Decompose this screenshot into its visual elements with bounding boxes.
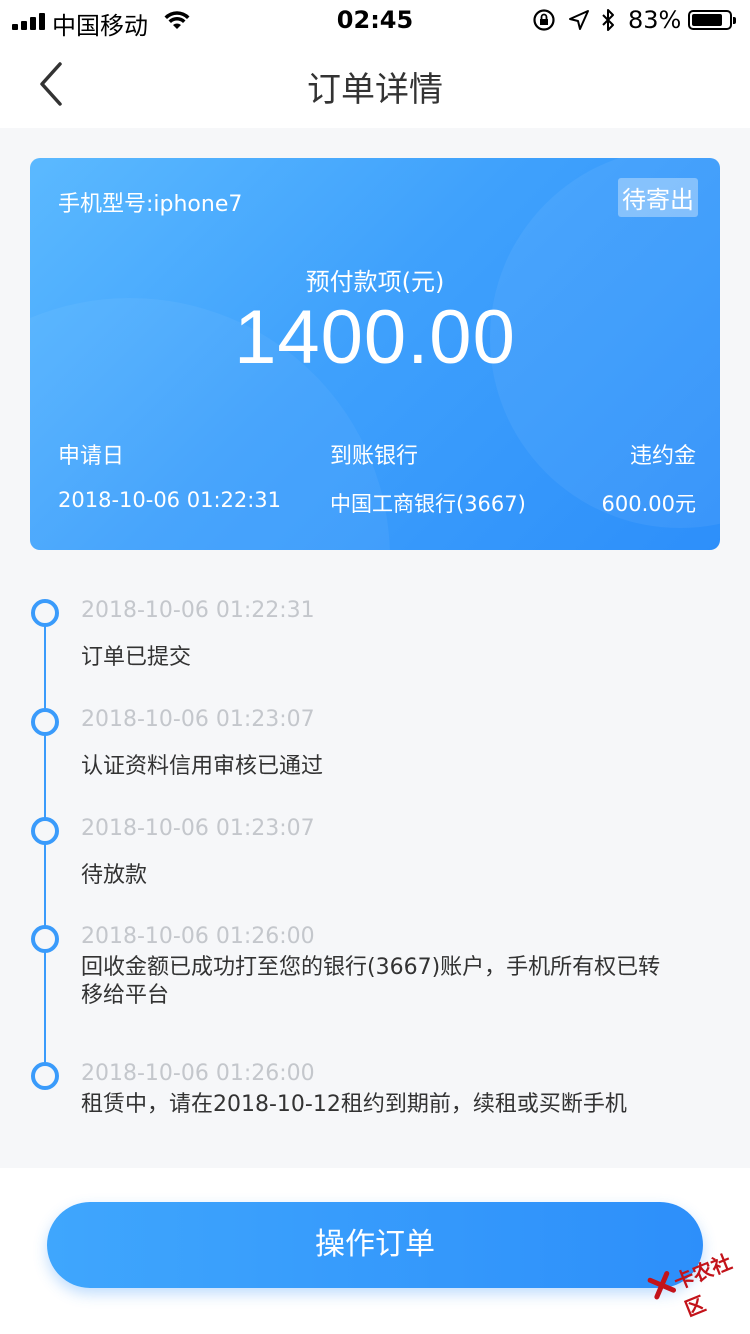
timeline-time: 2018-10-06 01:22:31	[81, 598, 315, 623]
timeline-time: 2018-10-06 01:26:00	[81, 924, 315, 949]
bank-value: 中国工商银行(3667)	[330, 492, 526, 516]
apply-date-label: 申请日	[58, 444, 125, 469]
order-timeline: 2018-10-06 01:22:31 订单已提交 2018-10-06 01:…	[0, 568, 750, 1168]
timeline-text: 订单已提交	[81, 645, 192, 670]
amount-label: 预付款项(元)	[305, 268, 445, 296]
timeline-text: 回收金额已成功打至您的银行(3667)账户，手机所有权已转移给平台	[81, 955, 661, 1008]
operate-order-button[interactable]: 操作订单	[47, 1202, 703, 1288]
amount-value: 1400.00	[234, 295, 516, 380]
timeline-text: 认证资料信用审核已通过	[81, 754, 324, 779]
status-bar: 中国移动 02:45 83%	[0, 0, 750, 40]
apply-date-value: 2018-10-06 01:22:31	[58, 488, 282, 512]
rotation-lock-icon	[533, 9, 555, 31]
penalty-label: 违约金	[629, 444, 696, 469]
timeline-dot	[31, 599, 59, 627]
timeline-time: 2018-10-06 01:23:07	[81, 707, 315, 732]
location-arrow-icon	[569, 10, 589, 30]
phone-model: 手机型号:iphone7	[58, 192, 243, 217]
timeline-text: 待放款	[81, 863, 148, 888]
battery-icon	[688, 10, 736, 30]
timeline-dot	[31, 1062, 59, 1090]
battery-percent: 83%	[628, 6, 682, 34]
bank-label: 到账银行	[330, 444, 419, 469]
penalty-value: 600.00元	[601, 492, 696, 516]
status-badge: 待寄出	[618, 178, 698, 217]
timeline-time: 2018-10-06 01:26:00	[81, 1061, 315, 1086]
timeline-dot	[31, 708, 59, 736]
battery-fill	[692, 14, 722, 26]
watermark-text: 卡农社区	[670, 1249, 736, 1322]
bluetooth-icon	[602, 9, 614, 31]
apply-date-column: 申请日 2018-10-06 01:22:31	[58, 438, 281, 512]
timeline-text: 租赁中，请在2018-10-12租约到期前，续租或买断手机	[81, 1092, 627, 1117]
page-title: 订单详情	[307, 70, 443, 110]
bank-column: 到账银行 中国工商银行(3667)	[330, 438, 526, 518]
timeline-time: 2018-10-06 01:23:07	[81, 816, 315, 841]
timeline-dot	[31, 817, 59, 845]
penalty-column: 违约金 600.00元	[602, 438, 696, 518]
nav-bar: 订单详情	[0, 40, 750, 128]
timeline-dot	[31, 925, 59, 953]
order-summary-card: 手机型号:iphone7 待寄出 预付款项(元) 1400.00 申请日 201…	[30, 158, 720, 550]
